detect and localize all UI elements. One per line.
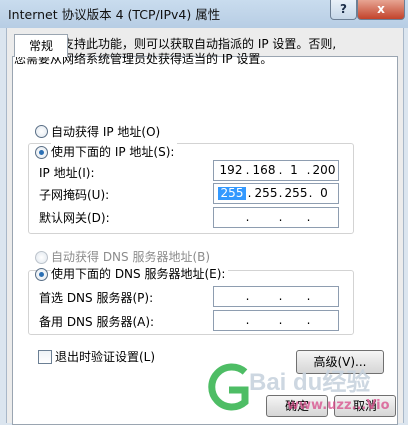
ip-address-field[interactable]: 192 . 168 . 1 . 200	[213, 160, 339, 181]
manual-ip-radio[interactable]	[35, 146, 48, 159]
title-bar: Internet 协议版本 4 (TCP/IPv4) 属性 ? x	[0, 0, 408, 28]
subnet-mask-label: 子网掩码(U):	[39, 188, 110, 202]
close-button[interactable]: x	[357, 0, 405, 20]
description: 如果网络支持此功能，则可以获取自动指派的 IP 设置。否则, 您需要从网络系统管…	[14, 37, 374, 67]
dns-dot: .	[278, 289, 283, 303]
manual-dns-radio[interactable]	[35, 268, 48, 281]
manual-ip-label[interactable]: 使用下面的 IP 地址(S):	[51, 143, 178, 160]
ip-octet-3[interactable]: 1	[280, 161, 308, 180]
auto-dns-label[interactable]: 自动获得 DNS 服务器地址(B)	[51, 248, 210, 265]
ip-octet-2[interactable]: 168	[250, 161, 278, 180]
gateway-field[interactable]: . . .	[213, 207, 339, 228]
preferred-dns-label: 首选 DNS 服务器(P):	[39, 291, 154, 305]
ok-button[interactable]: 确定	[266, 395, 328, 417]
validate-checkbox[interactable]	[38, 350, 52, 364]
manual-dns-label[interactable]: 使用下面的 DNS 服务器地址(E):	[51, 265, 229, 282]
auto-ip-radio[interactable]	[35, 125, 48, 138]
gateway-dot: .	[278, 210, 283, 224]
dns-dot: .	[306, 289, 311, 303]
tab-general[interactable]: 常规	[14, 34, 68, 57]
gateway-dot: .	[306, 210, 311, 224]
ip-octet-1[interactable]: 192	[217, 161, 245, 180]
description-line-1: 如果网络支持此功能，则可以获取自动指派的 IP 设置。否则,	[14, 37, 337, 51]
alternate-dns-label: 备用 DNS 服务器(A):	[39, 315, 155, 329]
alternate-dns-field[interactable]: . . .	[213, 310, 339, 331]
subnet-octet-4[interactable]: 0	[310, 184, 338, 203]
auto-ip-label[interactable]: 自动获得 IP 地址(O)	[51, 123, 160, 140]
advanced-button[interactable]: 高级(V)...	[296, 350, 384, 374]
subnet-octet-2[interactable]: 255	[252, 184, 280, 203]
dns-dot: .	[278, 313, 283, 327]
help-button[interactable]: ?	[330, 0, 357, 20]
subnet-mask-field[interactable]: 255 . 255 . 255 . 0	[213, 183, 339, 204]
validate-label[interactable]: 退出时验证设置(L)	[55, 348, 155, 365]
preferred-dns-field[interactable]: . . .	[213, 286, 339, 307]
dns-dot: .	[245, 313, 250, 327]
ip-address-label: IP 地址(I):	[39, 166, 95, 180]
cancel-button[interactable]: 取消	[334, 395, 396, 417]
description-line-2: 您需要从网络系统管理员处获得适当的 IP 设置。	[14, 52, 273, 66]
gateway-label: 默认网关(D):	[39, 211, 110, 225]
dns-dot: .	[306, 313, 311, 327]
subnet-octet-3[interactable]: 255	[282, 184, 310, 203]
subnet-octet-1[interactable]: 255	[218, 187, 246, 200]
auto-dns-radio[interactable]	[35, 251, 48, 264]
ip-octet-4[interactable]: 200	[310, 161, 338, 180]
dns-dot: .	[245, 289, 250, 303]
gateway-dot: .	[245, 210, 250, 224]
window-title: Internet 协议版本 4 (TCP/IPv4) 属性	[8, 7, 221, 22]
